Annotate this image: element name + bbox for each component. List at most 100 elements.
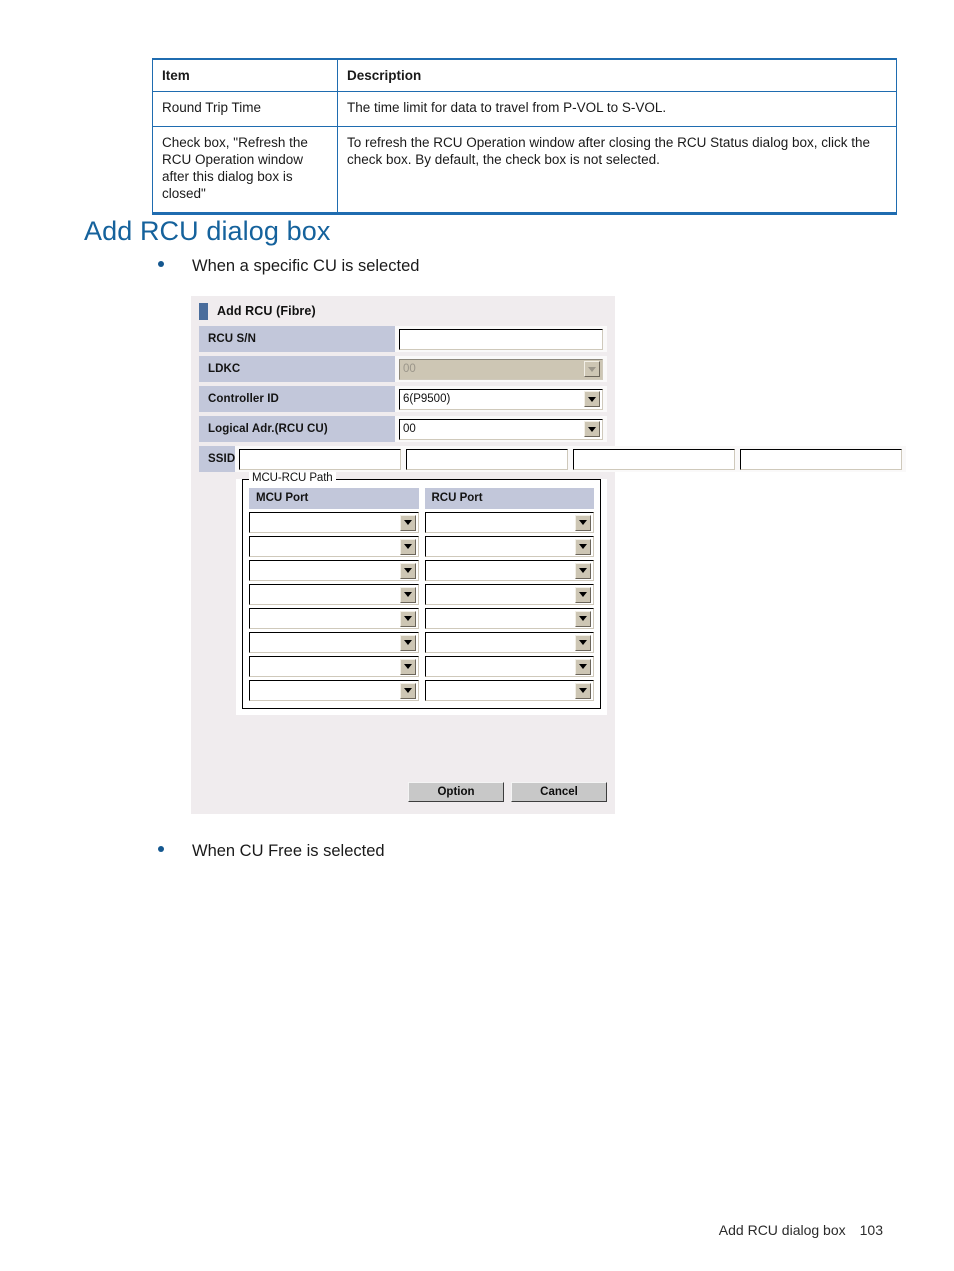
chevron-down-icon[interactable] [575, 682, 591, 699]
chevron-down-icon[interactable] [399, 682, 416, 699]
table-cell-item: Round Trip Time [152, 91, 338, 127]
rcu-port-select-6[interactable] [424, 632, 594, 653]
rcu-port-cell [424, 632, 594, 653]
rcu-port-select-2[interactable] [424, 536, 594, 557]
field-row-logical-adr: Logical Adr.(RCU CU) 00 [199, 416, 607, 442]
rcu-port-select-8[interactable] [424, 680, 594, 701]
rcu-sn-input[interactable] [399, 328, 603, 350]
field-row-ssid: SSID [199, 446, 907, 472]
chevron-down-icon[interactable] [575, 586, 591, 603]
mcu-port-cell [249, 560, 419, 581]
mcu-port-cell [249, 584, 419, 605]
table-row: Check box, "Refresh the RCU Operation wi… [152, 125, 897, 214]
control-wrap-logical-adr: 00 [395, 416, 607, 442]
chevron-down-icon[interactable] [399, 658, 416, 675]
rcu-port-cell [424, 584, 594, 605]
control-wrap-controller-id: 6(P9500) [395, 386, 607, 412]
mcu-port-select-6[interactable] [249, 632, 419, 653]
column-header-rcu-port: RCU Port [424, 488, 594, 509]
rcu-port-select-3[interactable] [424, 560, 594, 581]
chevron-down-icon[interactable] [399, 586, 416, 603]
mcu-port-select-4[interactable] [249, 584, 419, 605]
bullet-dot-icon [158, 261, 164, 267]
path-row [249, 536, 594, 557]
ldkc-selected-value: 00 [403, 363, 416, 375]
dialog-titlebar: Add RCU (Fibre) [191, 296, 615, 326]
mcu-port-select-2[interactable] [249, 536, 419, 557]
column-header-mcu-port: MCU Port [249, 488, 419, 509]
ssid-input-3[interactable] [573, 448, 736, 470]
bullet-item-specific-cu: When a specific CU is selected [158, 257, 419, 276]
chevron-down-icon[interactable] [584, 391, 600, 407]
rcu-port-select-5[interactable] [424, 608, 594, 629]
table-header-item: Item [152, 58, 338, 93]
label-logical-adr: Logical Adr.(RCU CU) [199, 416, 395, 442]
ssid-input-1[interactable] [239, 448, 402, 470]
rcu-port-cell [424, 680, 594, 701]
rcu-port-select-1[interactable] [424, 512, 594, 533]
logical-adr-selected-value: 00 [403, 423, 416, 435]
chevron-down-icon[interactable] [575, 538, 591, 555]
control-wrap-rcu-sn [395, 326, 607, 352]
chevron-down-icon[interactable] [575, 562, 591, 579]
mcu-port-cell [249, 608, 419, 629]
mcu-port-select-7[interactable] [249, 656, 419, 677]
path-row [249, 632, 594, 653]
chevron-down-icon[interactable] [399, 562, 416, 579]
rcu-port-select-4[interactable] [424, 584, 594, 605]
chevron-down-icon[interactable] [575, 514, 591, 531]
table-header-description: Description [337, 58, 897, 93]
chevron-down-icon[interactable] [399, 514, 416, 531]
chevron-down-icon[interactable] [575, 610, 591, 627]
rcu-port-cell [424, 536, 594, 557]
mcu-rcu-path-wrap: MCU-RCU Path MCU Port RCU Port [236, 472, 607, 715]
rcu-port-cell [424, 608, 594, 629]
mcu-port-select-3[interactable] [249, 560, 419, 581]
mcu-port-cell [249, 680, 419, 701]
chevron-down-icon[interactable] [584, 421, 600, 437]
chevron-down-icon[interactable] [575, 658, 591, 675]
chevron-down-icon [584, 361, 600, 377]
bullet-item-cu-free: When CU Free is selected [158, 842, 385, 861]
rcu-port-cell [424, 560, 594, 581]
mcu-port-select-5[interactable] [249, 608, 419, 629]
dialog-title: Add RCU (Fibre) [217, 304, 316, 318]
page-footer: Add RCU dialog box 103 [719, 1222, 883, 1238]
dialog-form-area: RCU S/N LDKC 00 Controller ID 6(P9500) L… [191, 326, 907, 472]
chevron-down-icon[interactable] [399, 610, 416, 627]
ssid-input-4[interactable] [740, 448, 903, 470]
chevron-down-icon[interactable] [399, 538, 416, 555]
ssid-input-2[interactable] [406, 448, 569, 470]
path-row [249, 680, 594, 701]
dialog-button-bar: Option Cancel [408, 782, 607, 802]
control-wrap-ldkc: 00 [395, 356, 607, 382]
chevron-down-icon[interactable] [575, 634, 591, 651]
reference-table: Item Description Round Trip Time The tim… [152, 58, 897, 215]
option-button[interactable]: Option [408, 782, 504, 802]
mcu-rcu-path-legend: MCU-RCU Path [249, 472, 336, 484]
dialog-marker-icon [199, 302, 208, 320]
controller-id-selected-value: 6(P9500) [403, 393, 451, 405]
mcu-port-cell [249, 656, 419, 677]
field-row-rcu-sn: RCU S/N [199, 326, 607, 352]
controller-id-select[interactable]: 6(P9500) [399, 388, 603, 410]
footer-label: Add RCU dialog box [718, 1222, 846, 1238]
table-header-row: Item Description [152, 58, 897, 93]
rcu-port-cell [424, 512, 594, 533]
logical-adr-select[interactable]: 00 [399, 418, 603, 440]
chevron-down-icon[interactable] [399, 634, 416, 651]
table-cell-description: The time limit for data to travel from P… [337, 91, 897, 127]
mcu-port-select-1[interactable] [249, 512, 419, 533]
path-table-header: MCU Port RCU Port [249, 488, 594, 509]
path-row [249, 512, 594, 533]
ldkc-select: 00 [399, 358, 603, 380]
bullet-label: When a specific CU is selected [192, 257, 420, 275]
cancel-button[interactable]: Cancel [511, 782, 607, 802]
field-row-ldkc: LDKC 00 [199, 356, 607, 382]
rcu-port-cell [424, 656, 594, 677]
mcu-port-select-8[interactable] [249, 680, 419, 701]
label-ldkc: LDKC [199, 356, 395, 382]
bullet-label: When CU Free is selected [192, 842, 385, 860]
table-cell-item: Check box, "Refresh the RCU Operation wi… [152, 125, 338, 214]
rcu-port-select-7[interactable] [424, 656, 594, 677]
